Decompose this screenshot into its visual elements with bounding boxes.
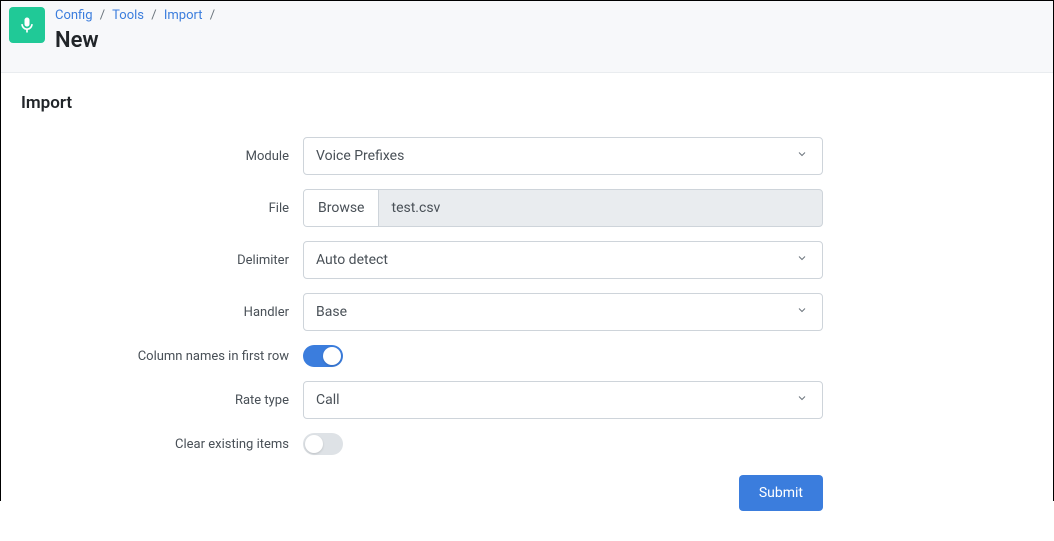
- delimiter-select[interactable]: Auto detect: [303, 241, 823, 279]
- rate-type-select[interactable]: Call: [303, 381, 823, 419]
- breadcrumb-separator: /: [210, 8, 215, 23]
- delimiter-label: Delimiter: [21, 253, 303, 268]
- file-name: test.csv: [379, 190, 822, 226]
- module-select-value: Voice Prefixes: [316, 148, 404, 164]
- breadcrumb: Config / Tools / Import /: [55, 7, 219, 25]
- chevron-down-icon: [796, 252, 808, 268]
- chevron-down-icon: [796, 304, 808, 320]
- breadcrumb-config[interactable]: Config: [55, 8, 93, 23]
- browse-button[interactable]: Browse: [304, 190, 379, 226]
- toggle-knob: [323, 347, 341, 365]
- handler-label: Handler: [21, 305, 303, 320]
- import-panel: Import Module Voice Prefixes File Browse…: [1, 73, 1053, 541]
- col-first-row-toggle[interactable]: [303, 345, 343, 367]
- module-label: Module: [21, 149, 303, 164]
- panel-title: Import: [21, 93, 1033, 113]
- app-microphone-icon: [9, 7, 45, 43]
- clear-existing-toggle[interactable]: [303, 433, 343, 455]
- handler-select-value: Base: [316, 304, 347, 320]
- chevron-down-icon: [796, 148, 808, 164]
- chevron-down-icon: [796, 392, 808, 408]
- file-input[interactable]: Browse test.csv: [303, 189, 823, 227]
- breadcrumb-separator: /: [151, 8, 156, 23]
- submit-button[interactable]: Submit: [739, 475, 823, 511]
- breadcrumb-import[interactable]: Import: [164, 8, 203, 23]
- breadcrumb-tools[interactable]: Tools: [112, 8, 144, 23]
- handler-select[interactable]: Base: [303, 293, 823, 331]
- breadcrumb-separator: /: [100, 8, 105, 23]
- page-title: New: [55, 27, 219, 56]
- delimiter-select-value: Auto detect: [316, 252, 388, 268]
- page-header: Config / Tools / Import / New: [1, 1, 1053, 73]
- rate-type-select-value: Call: [316, 392, 340, 408]
- module-select[interactable]: Voice Prefixes: [303, 137, 823, 175]
- file-label: File: [21, 201, 303, 216]
- toggle-knob: [305, 435, 323, 453]
- rate-type-label: Rate type: [21, 393, 303, 408]
- clear-existing-label: Clear existing items: [21, 437, 303, 452]
- col-first-row-label: Column names in first row: [21, 349, 303, 364]
